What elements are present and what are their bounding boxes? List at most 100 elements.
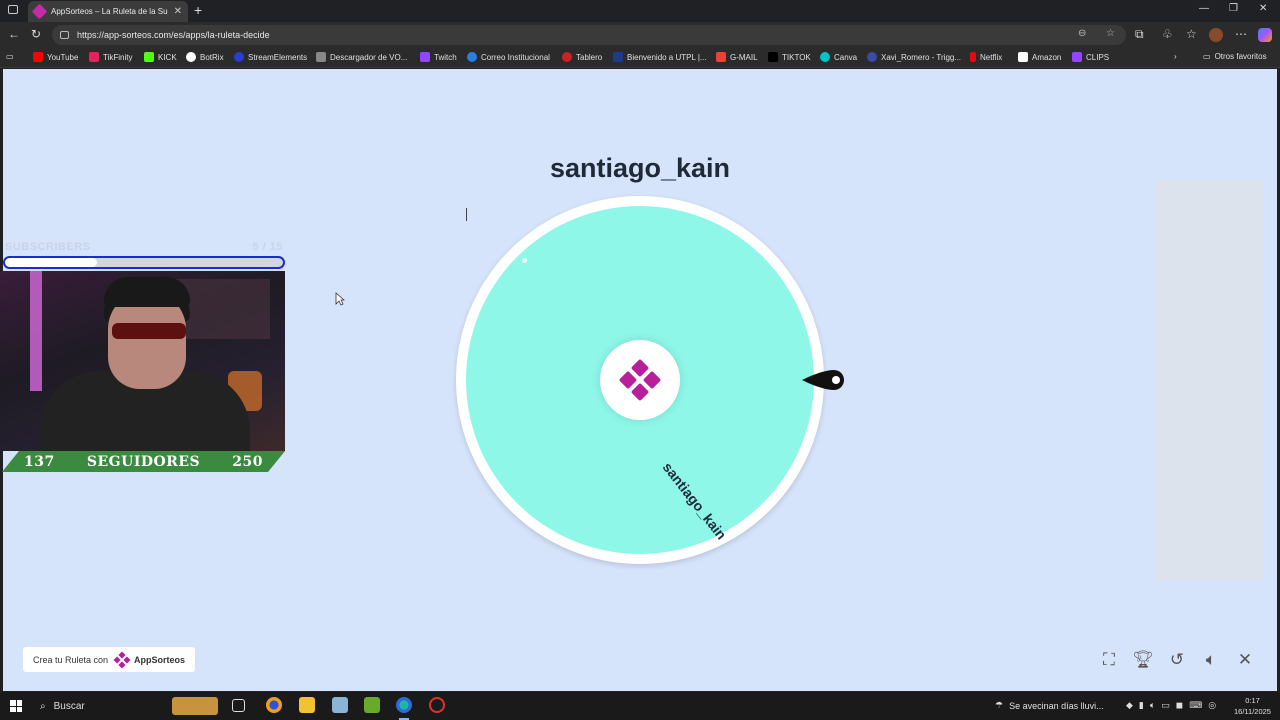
bookmark-utpl[interactable]: Bienvenido a UTPL |... [613, 52, 707, 62]
notification-icon[interactable]: ◎ [1208, 700, 1216, 711]
bookmark-canva[interactable]: Canva [820, 52, 857, 62]
descargador-icon [316, 52, 326, 62]
youtube-icon [33, 52, 43, 62]
bookmark-correo[interactable]: Correo Institucional [467, 52, 550, 62]
windows-taskbar: ⌕ Buscar ☂ Se avecinan días lluvi... ◆ ▮… [0, 692, 1280, 720]
favorites-icon[interactable]: ☆ [1186, 27, 1197, 41]
app-icon-1[interactable] [266, 697, 282, 713]
more-menu-icon[interactable]: ⋯ [1235, 27, 1247, 41]
weather-widget[interactable]: ☂ Se avecinan días lluvi... [995, 700, 1104, 711]
volume-icon[interactable]: 🔈︎ [1150, 700, 1155, 711]
address-bar[interactable]: https://app-sorteos.com/es/apps/la-rulet… [52, 25, 1126, 45]
tray-app-icon[interactable]: ◆ [1126, 700, 1133, 711]
app-icon-3[interactable] [364, 697, 380, 713]
mouse-cursor-icon [335, 292, 345, 306]
utpl-icon [613, 52, 623, 62]
subscribers-label: SUBSCRIBERS [5, 241, 91, 253]
bookmark-streamelements[interactable]: StreamElements [234, 52, 307, 62]
bookmark-botrix[interactable]: BotRix [186, 52, 224, 62]
botrix-icon [186, 52, 196, 62]
rain-cloud-icon: ☂ [995, 700, 1004, 710]
netflix-icon [970, 52, 976, 62]
close-icon[interactable]: ✕ [1234, 649, 1256, 671]
network-icon[interactable]: ▭ [1161, 700, 1170, 711]
taskbar-search[interactable]: ⌕ Buscar [32, 694, 222, 718]
subscribers-goal: SUBSCRIBERS 5 / 15 [5, 241, 283, 253]
obs-icon[interactable] [429, 697, 445, 713]
sound-icon[interactable]: 🔈︎ [1200, 649, 1222, 671]
bookmark-youtube[interactable]: YouTube [33, 52, 78, 62]
system-clock[interactable]: 0:17 16/11/2025 [1234, 695, 1271, 717]
site-info-icon[interactable] [60, 31, 69, 39]
amazon-icon [1018, 52, 1028, 62]
slice-label: santiago_kain [659, 459, 730, 543]
appsorteos-logo-icon [618, 358, 662, 402]
close-tab-icon[interactable]: ✕ [174, 6, 182, 17]
bookmark-label: Correo Institucional [481, 52, 550, 62]
copilot-icon[interactable] [1258, 28, 1272, 42]
minimize-button[interactable]: — [1199, 3, 1209, 14]
followers-label: SEGUIDORES [86, 453, 201, 470]
side-panel [1156, 180, 1264, 580]
reload-icon[interactable]: ↻ [31, 27, 41, 41]
reset-icon[interactable]: ↺ [1166, 649, 1188, 671]
bookmark-netflix[interactable]: Netflix [970, 52, 1002, 62]
language-icon[interactable]: ⌨ [1189, 700, 1202, 711]
profile-avatar[interactable] [1209, 28, 1223, 42]
clock-time: 0:17 [1245, 696, 1260, 705]
edge-browser-icon[interactable] [396, 697, 412, 713]
bookmark-tikfinity[interactable]: TikFinity [89, 52, 132, 62]
bookmark-label: Descargador de VO... [330, 52, 408, 62]
tray-app-icon[interactable]: ▮ [1139, 700, 1144, 711]
bookmark-label: Canva [834, 52, 858, 62]
bookmark-descargador[interactable]: Descargador de VO... [316, 52, 407, 62]
credit-prefix: Crea tu Ruleta con [33, 654, 109, 665]
file-explorer-icon[interactable] [299, 697, 315, 713]
back-icon[interactable]: ← [8, 27, 20, 41]
bookmark-label: BotRix [200, 52, 224, 62]
bookmark-amazon[interactable]: Amazon [1018, 52, 1061, 62]
task-view-icon[interactable] [232, 699, 245, 712]
roulette-wheel[interactable]: santiago_kain [456, 196, 824, 564]
bookmark-kick[interactable]: KICK [144, 52, 177, 62]
maximize-button[interactable]: ❐ [1229, 3, 1238, 14]
start-button[interactable] [10, 700, 22, 712]
tab-actions-icon[interactable] [8, 5, 18, 14]
fullscreen-icon[interactable]: ⛶ [1098, 649, 1120, 671]
bookmark-label: YouTube [47, 52, 79, 62]
appsorteos-mini-logo-icon [113, 651, 131, 668]
performance-icon[interactable]: ♧ [1162, 27, 1173, 41]
bookmark-twitch[interactable]: Twitch [420, 52, 457, 62]
bookmark-label: Tablero [576, 52, 603, 62]
trophy-icon[interactable]: 🏆︎ [1132, 649, 1154, 671]
app-icon-2[interactable] [332, 697, 348, 713]
bookmark-label: Twitch [434, 52, 457, 62]
followers-goal: 250 [232, 453, 263, 470]
create-roulette-link[interactable]: Crea tu Ruleta con AppSorteos [23, 647, 196, 672]
bookmark-clips[interactable]: CLIPS [1072, 52, 1109, 62]
wheel-hub[interactable] [600, 340, 680, 420]
bookmark-tiktok[interactable]: TIKTOK [768, 52, 811, 62]
close-window-button[interactable]: ✕ [1259, 3, 1267, 14]
text-caret [466, 208, 467, 221]
bookmark-label: Netflix [980, 52, 1003, 62]
new-tab-button[interactable]: + [194, 2, 202, 18]
folder-icon: ▭ [1203, 52, 1211, 61]
followers-goal-bar: 137 SEGUIDORES 250 [2, 451, 285, 472]
tray-app-icon[interactable]: ◼ [1176, 700, 1183, 711]
subscribers-progress-bar [3, 256, 285, 269]
bookmark-label: G-MAIL [730, 52, 758, 62]
chevron-right-icon[interactable]: › [1174, 52, 1177, 61]
extensions-icon[interactable]: ⧉ [1135, 27, 1144, 42]
active-tab[interactable]: AppSorteos – La Ruleta de la Suerte ✕ [28, 1, 188, 22]
wheel-slice[interactable]: santiago_kain [466, 206, 814, 554]
xavi-icon [867, 52, 877, 62]
other-favorites-folder[interactable]: ▭ Otros favoritos [1203, 52, 1267, 61]
system-tray: ◆ ▮ 🔈︎ ▭ ◼ ⌨ ◎ [1126, 700, 1216, 711]
bookmark-gmail[interactable]: G-MAIL [716, 52, 758, 62]
reader-icon[interactable]: ⊖ [1078, 28, 1086, 39]
bookmark-xavi[interactable]: Xavi_Romero - Trigg... [867, 52, 961, 62]
bookmark-tablero[interactable]: Tablero [562, 52, 602, 62]
bookmarks-toggle-icon[interactable]: ▭ [6, 52, 14, 61]
favorite-star-icon[interactable]: ☆ [1106, 28, 1115, 39]
